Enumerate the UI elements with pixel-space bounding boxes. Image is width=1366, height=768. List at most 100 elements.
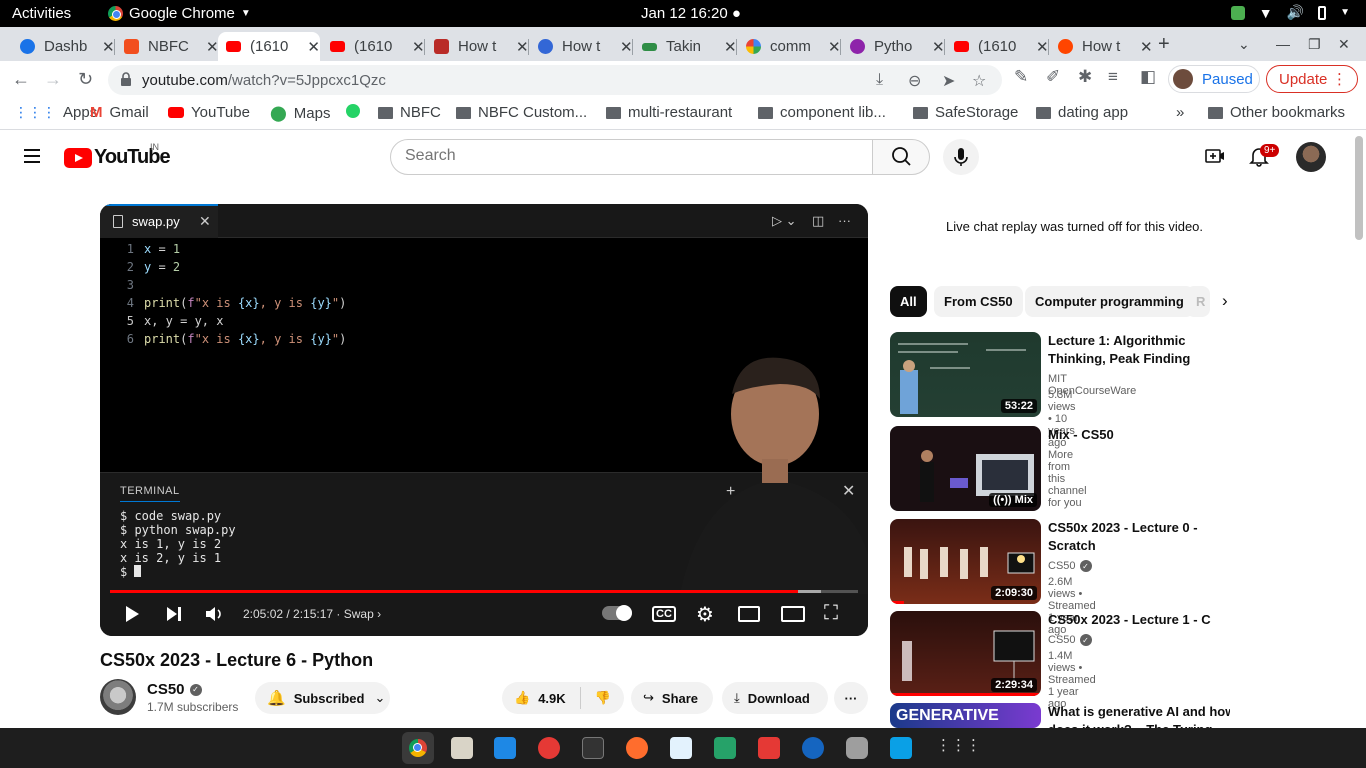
bookmark-folder-dating-app[interactable]: dating app: [1036, 104, 1128, 121]
tab-9[interactable]: Pytho ✕: [842, 32, 945, 61]
menu-icon[interactable]: [24, 149, 40, 163]
app-menu[interactable]: Google Chrome ▼: [108, 5, 251, 22]
media-control-icon[interactable]: ≡: [1108, 67, 1118, 87]
close-icon[interactable]: ✕: [412, 38, 425, 56]
tab-7[interactable]: Takin ✕: [634, 32, 737, 61]
subtitles-button[interactable]: CC: [652, 606, 676, 622]
bookmark-folder-component-lib[interactable]: component lib...: [758, 104, 886, 121]
close-icon[interactable]: ✕: [620, 38, 633, 56]
fullscreen-icon[interactable]: ⛶: [824, 602, 838, 625]
like-button[interactable]: 👍 4.9K: [514, 690, 566, 706]
system-tray[interactable]: ▼ 🔊 ▼: [1230, 4, 1350, 21]
tab-search-icon[interactable]: ⌄: [1238, 36, 1250, 53]
close-icon[interactable]: ✕: [307, 38, 320, 56]
close-icon[interactable]: ✕: [1036, 38, 1049, 56]
youtube-logo[interactable]: YouTube IN: [64, 142, 171, 169]
bookmark-folder-nbfc[interactable]: NBFC: [378, 104, 441, 121]
share-button[interactable]: ↪ Share: [631, 682, 713, 714]
create-video-icon[interactable]: [1204, 145, 1226, 167]
minimize-icon[interactable]: —: [1276, 36, 1290, 52]
bookmark-youtube[interactable]: YouTube: [168, 104, 250, 121]
bookmark-folder-multi-restaurant[interactable]: multi-restaurant: [606, 104, 732, 121]
terminal-icon[interactable]: [582, 737, 604, 759]
bookmark-gmail[interactable]: M Gmail: [90, 104, 149, 121]
next-video-icon[interactable]: [164, 604, 184, 624]
bookmark-star-icon[interactable]: ☆: [972, 71, 986, 91]
chrome-dock-icon[interactable]: [402, 732, 434, 764]
restore-icon[interactable]: ❐: [1308, 36, 1321, 53]
extensions-puzzle-icon[interactable]: ✱: [1078, 67, 1092, 87]
close-icon[interactable]: ✕: [1140, 38, 1153, 56]
tab-1[interactable]: Dashb ✕: [12, 32, 115, 61]
back-icon[interactable]: ←: [12, 69, 30, 90]
database-icon[interactable]: [846, 737, 868, 759]
profile-paused-button[interactable]: Paused: [1168, 65, 1260, 93]
theater-mode-icon[interactable]: [781, 606, 805, 622]
app-store-icon[interactable]: [802, 737, 824, 759]
search-button[interactable]: [872, 139, 930, 175]
progress-bar[interactable]: [110, 590, 858, 593]
download-button[interactable]: ⤓ Download: [722, 682, 828, 714]
play-icon[interactable]: [122, 604, 142, 624]
tab-11[interactable]: How t ✕: [1050, 32, 1153, 61]
bookmark-apps[interactable]: ⋮⋮⋮ Apps: [14, 104, 97, 121]
tab-2[interactable]: NBFC ✕: [116, 32, 219, 61]
chip-from-cs50[interactable]: From CS50: [934, 286, 1023, 317]
postman-icon[interactable]: [626, 737, 648, 759]
forward-icon[interactable]: →: [44, 69, 62, 90]
show-apps-grid-icon[interactable]: ⋮⋮⋮: [936, 736, 981, 754]
vscode-icon[interactable]: [494, 737, 516, 759]
update-button[interactable]: Update ⋮: [1266, 65, 1358, 93]
page-scrollbar[interactable]: [1355, 136, 1363, 240]
clock[interactable]: Jan 12 16:20 ●: [641, 5, 741, 22]
rec-item[interactable]: GENERATIVE What is generative AI and how…: [890, 703, 1230, 728]
eyedropper-extension-icon[interactable]: ✎: [1014, 67, 1028, 87]
bookmark-maps[interactable]: ⬤ Maps: [270, 104, 330, 123]
settings-gear-icon[interactable]: ⚙: [696, 602, 714, 627]
close-icon[interactable]: ✕: [516, 38, 529, 56]
color-picker-extension-icon[interactable]: ✐: [1046, 67, 1060, 87]
chevron-right-icon[interactable]: ›: [1222, 291, 1228, 311]
chip-partial[interactable]: R: [1186, 286, 1210, 317]
text-editor-icon[interactable]: [670, 737, 692, 759]
address-bar[interactable]: youtube.com/watch?v=5Jppcxc1Qzc ⤓ ⊖ ➤ ☆: [108, 65, 1002, 95]
side-panel-icon[interactable]: ◧: [1140, 67, 1156, 87]
subscribed-button[interactable]: 🔔 Subscribed ⌄: [255, 682, 390, 714]
anydesk-icon[interactable]: [758, 737, 780, 759]
channel-name[interactable]: CS50 ✓: [147, 681, 202, 698]
close-icon[interactable]: ✕: [206, 38, 219, 56]
install-app-icon[interactable]: ⤓: [876, 71, 883, 89]
chapter-title[interactable]: Swap: [344, 607, 374, 621]
window-close-icon[interactable]: ✕: [1338, 36, 1350, 53]
gitkraken-icon[interactable]: [714, 737, 736, 759]
autoplay-toggle[interactable]: [602, 605, 632, 621]
whatsapp-bookmark[interactable]: [346, 104, 360, 118]
more-actions-button[interactable]: ···: [834, 682, 868, 714]
skype-icon[interactable]: [890, 737, 912, 759]
reload-icon[interactable]: ↻: [78, 69, 93, 90]
send-to-device-icon[interactable]: ➤: [942, 71, 955, 91]
tab-10[interactable]: (1610 ✕: [946, 32, 1049, 61]
tab-4[interactable]: (1610 ✕: [322, 32, 425, 61]
zoom-icon[interactable]: ⊖: [908, 71, 921, 91]
channel-avatar[interactable]: [100, 679, 136, 715]
close-icon[interactable]: ✕: [724, 38, 737, 56]
account-avatar[interactable]: [1296, 142, 1326, 172]
bookmarks-overflow-button[interactable]: »: [1176, 104, 1184, 121]
files-icon[interactable]: [451, 737, 473, 759]
search-input[interactable]: [405, 140, 845, 172]
close-icon[interactable]: ✕: [102, 38, 115, 56]
chip-computer-programming[interactable]: Computer programming: [1025, 286, 1194, 317]
close-icon[interactable]: ✕: [932, 38, 945, 56]
new-tab-button[interactable]: +: [1158, 33, 1170, 56]
voice-search-button[interactable]: [943, 139, 979, 175]
miniplayer-icon[interactable]: [738, 606, 760, 622]
bookmark-folder-nbfc-custom[interactable]: NBFC Custom...: [456, 104, 587, 121]
activities-button[interactable]: Activities: [12, 5, 71, 22]
tab-5[interactable]: How t ✕: [426, 32, 529, 61]
video-player[interactable]: swap.py ✕ ▷ ⌄ ◫ ··· 1 x = 1 2 y = 2 3 4 pri…: [100, 204, 868, 636]
chip-all[interactable]: All: [890, 286, 927, 317]
tab-8[interactable]: comm ✕: [738, 32, 841, 61]
bookmark-folder-safestorage[interactable]: SafeStorage: [913, 104, 1018, 121]
tab-3-active[interactable]: (1610 ✕: [218, 32, 320, 61]
